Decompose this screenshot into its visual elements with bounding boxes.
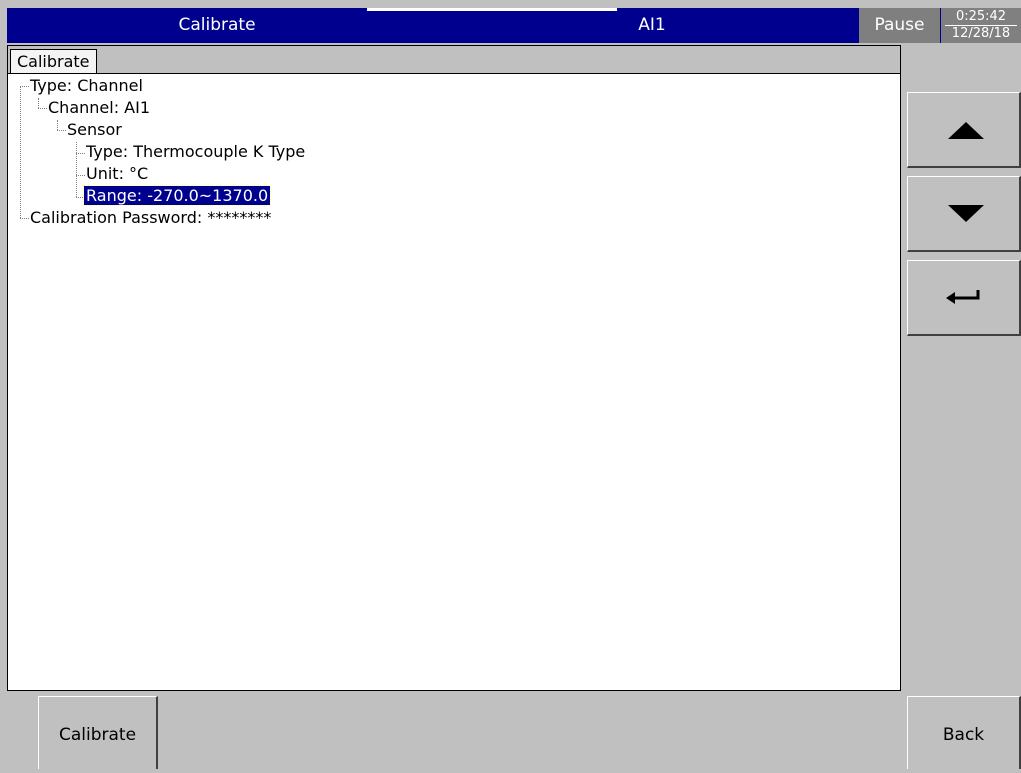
- back-button[interactable]: Back: [907, 696, 1021, 769]
- tree-item-range-label: Range: -270.0~1370.0: [82, 185, 272, 206]
- tree-connector-sensor-children: [76, 142, 77, 197]
- arrow-down-icon: [948, 205, 984, 222]
- tab-strip: Calibrate: [7, 45, 901, 74]
- tree-item-sensor-type[interactable]: Type: Thermocouple K Type: [86, 141, 305, 163]
- tree-panel: Type: Channel Channel: AI1 Sensor Type: …: [7, 73, 901, 691]
- tree-connector-sensor: [57, 130, 66, 131]
- channel-title: AI1: [638, 15, 666, 35]
- tree-item-unit[interactable]: Unit: °C: [86, 163, 148, 185]
- tree-connector-sensor-type: [76, 153, 85, 154]
- calibrate-button[interactable]: Calibrate: [38, 696, 158, 769]
- tree-item-sensor-label: Sensor: [67, 120, 122, 139]
- tree-item-password[interactable]: Calibration Password: ********: [30, 207, 271, 229]
- clock-date: 12/28/18: [951, 26, 1011, 41]
- clock: 0:25:42 12/28/18: [941, 8, 1021, 43]
- tree-connector-channel-v: [38, 98, 39, 108]
- tree-item-type[interactable]: Type: Channel: [30, 75, 143, 97]
- arrow-up-icon: [948, 122, 984, 139]
- tree-item-sensor-type-label: Type: Thermocouple K Type: [86, 142, 306, 161]
- title-bar: Calibrate AI1 Pause 0:25:42 12/28/18: [7, 8, 1021, 43]
- tree-connector-root: [20, 86, 21, 218]
- tree-connector-type: [20, 86, 29, 87]
- tree-item-sensor[interactable]: Sensor: [67, 119, 122, 141]
- tree-connector-unit: [76, 175, 85, 176]
- clock-time: 0:25:42: [955, 9, 1007, 24]
- tree-item-channel[interactable]: Channel: AI1: [48, 97, 150, 119]
- scroll-up-button[interactable]: [907, 92, 1021, 168]
- tree-item-unit-label: Unit: °C: [86, 164, 149, 183]
- tree-item-type-label: Type: Channel: [30, 76, 143, 95]
- tree-item-range[interactable]: Range: -270.0~1370.0: [82, 185, 272, 207]
- tab-calibrate[interactable]: Calibrate: [10, 49, 97, 74]
- scroll-down-button[interactable]: [907, 176, 1021, 252]
- tree-connector-channel: [38, 108, 47, 109]
- enter-return-icon: [946, 290, 980, 304]
- tree-connector-password: [20, 218, 29, 219]
- tree-connector-sensor-v: [57, 120, 58, 130]
- screen-title: Calibrate: [178, 15, 256, 35]
- tree-item-channel-label: Channel: AI1: [48, 98, 151, 117]
- enter-button[interactable]: [907, 260, 1021, 336]
- pause-status[interactable]: Pause: [859, 8, 940, 43]
- tree-item-password-label: Calibration Password: ********: [30, 208, 272, 227]
